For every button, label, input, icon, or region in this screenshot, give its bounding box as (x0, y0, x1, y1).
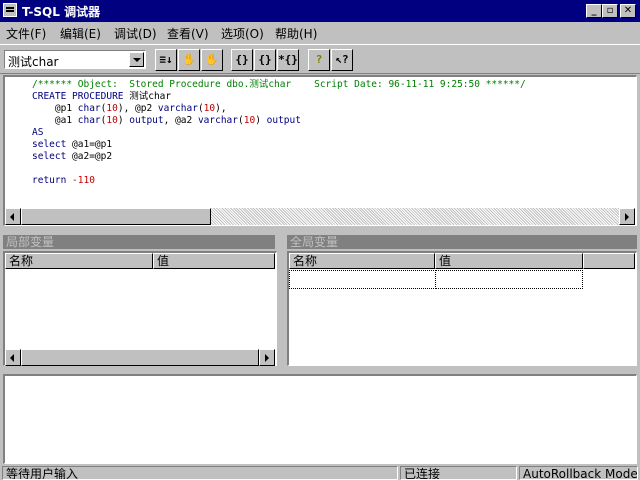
global-col-name-header[interactable]: 名称 (289, 253, 435, 269)
code-token: char (77, 115, 101, 126)
maximize-button[interactable]: ▫ (602, 4, 618, 18)
code-token: @a1=@p1 (72, 139, 113, 150)
title-bar[interactable]: T-SQL 调试器 _ ▫ ✕ (0, 0, 640, 22)
minimize-button[interactable]: _ (586, 4, 602, 18)
scroll-thumb[interactable] (21, 349, 259, 366)
code-line: /****** Object: Stored Procedure dbo.测试c… (32, 79, 526, 91)
code-token: 10 (106, 115, 118, 126)
global-value-cell[interactable] (435, 270, 583, 289)
scroll-right-icon[interactable] (259, 349, 275, 366)
code-token: return (32, 175, 73, 186)
global-col-value-header[interactable]: 值 (435, 253, 583, 269)
global-name-cell[interactable] (289, 270, 436, 289)
status-connection: 已连接 (400, 466, 517, 480)
code-line: select @a2=@p2 (32, 151, 526, 163)
code-line: AS (32, 127, 526, 139)
system-menu-icon[interactable] (3, 3, 17, 17)
scroll-left-icon[interactable] (5, 208, 21, 225)
breakpoint-hand-button[interactable]: ✋ (201, 49, 223, 71)
menu-options[interactable]: 选项(O) (221, 25, 264, 42)
code-line: select @a1=@p1 (32, 139, 526, 151)
code-token: varchar (157, 103, 198, 114)
code-token: CREATE PROCEDURE (32, 91, 130, 102)
code-token: AS (32, 127, 44, 138)
code-token: , @a2 (163, 115, 198, 126)
menu-help[interactable]: 帮助(H) (275, 25, 317, 42)
menu-debug[interactable]: 调试(D) (114, 25, 157, 42)
code-token: @p1 (32, 103, 78, 114)
menu-edit[interactable]: 编辑(E) (60, 25, 101, 42)
code-token: /****** Object: Stored Procedure dbo.测试c… (32, 79, 526, 90)
help-button[interactable]: ? (308, 49, 330, 71)
step-into-button[interactable]: {} (231, 49, 253, 71)
scroll-thumb[interactable] (21, 208, 211, 225)
scroll-left-icon[interactable] (5, 349, 21, 366)
step-out-button[interactable]: *{} (277, 49, 299, 71)
global-col-filler-header (583, 253, 635, 269)
chevron-down-icon[interactable] (129, 52, 144, 67)
code-token: 10 (203, 103, 216, 114)
menu-file[interactable]: 文件(F) (6, 25, 46, 42)
local-horizontal-scrollbar[interactable] (5, 349, 275, 366)
code-editor[interactable]: /****** Object: Stored Procedure dbo.测试c… (3, 75, 637, 226)
code-token: ), @p2 (117, 103, 158, 114)
local-vars-list[interactable]: 名称 值 (3, 251, 277, 366)
code-line (32, 163, 526, 175)
code-token: ), (215, 103, 227, 114)
code-token: @a2=@p2 (72, 151, 113, 162)
stop-hand-button[interactable]: ✋ (178, 49, 200, 71)
code-token: 10 (106, 103, 118, 114)
status-mode: AutoRollback Mode (519, 466, 638, 480)
window-title: T-SQL 调试器 (22, 5, 101, 19)
local-col-name-header[interactable]: 名称 (5, 253, 153, 269)
local-col-value-header[interactable]: 值 (153, 253, 275, 269)
code-line: @p1 char(10), @p2 varchar(10), (32, 103, 526, 115)
procedure-select-value: 测试char (8, 55, 59, 69)
menu-bar: 文件(F) 编辑(E) 调试(D) 查看(V) 选项(O) 帮助(H) (0, 22, 640, 42)
context-help-button[interactable]: ↖? (331, 49, 353, 71)
global-vars-list[interactable]: 名称 值 (287, 251, 637, 366)
step-list-button[interactable]: ≡↓ (155, 49, 177, 71)
code-token: ) (117, 115, 130, 126)
editor-horizontal-scrollbar[interactable] (5, 208, 635, 225)
menu-view[interactable]: 查看(V) (167, 25, 209, 42)
code-token: char (77, 103, 101, 114)
code-token: output (266, 115, 301, 126)
code-token: 测试char (129, 91, 172, 102)
code-line: return -110 (32, 175, 526, 187)
code-line: @a1 char(10) output, @a2 varchar(10) out… (32, 115, 526, 127)
close-button[interactable]: ✕ (620, 4, 636, 18)
code-token: varchar (197, 115, 238, 126)
status-message: 等待用户输入 (2, 466, 398, 480)
output-pane[interactable] (3, 374, 637, 464)
procedure-select[interactable]: 测试char (4, 50, 146, 69)
step-over-button[interactable]: {} (254, 49, 276, 71)
code-token: select (32, 151, 73, 162)
code-token: select (32, 139, 73, 150)
code-token: 10 (243, 115, 256, 126)
code-token: @a1 (32, 115, 78, 126)
code-line: CREATE PROCEDURE 测试char (32, 91, 526, 103)
code-text: /****** Object: Stored Procedure dbo.测试c… (32, 79, 526, 187)
scroll-right-icon[interactable] (619, 208, 635, 225)
code-token: ) (255, 115, 267, 126)
global-vars-title: 全局变量 (287, 235, 637, 249)
code-token: output (129, 115, 164, 126)
code-token: -110 (72, 175, 95, 186)
local-vars-title: 局部变量 (3, 235, 275, 249)
